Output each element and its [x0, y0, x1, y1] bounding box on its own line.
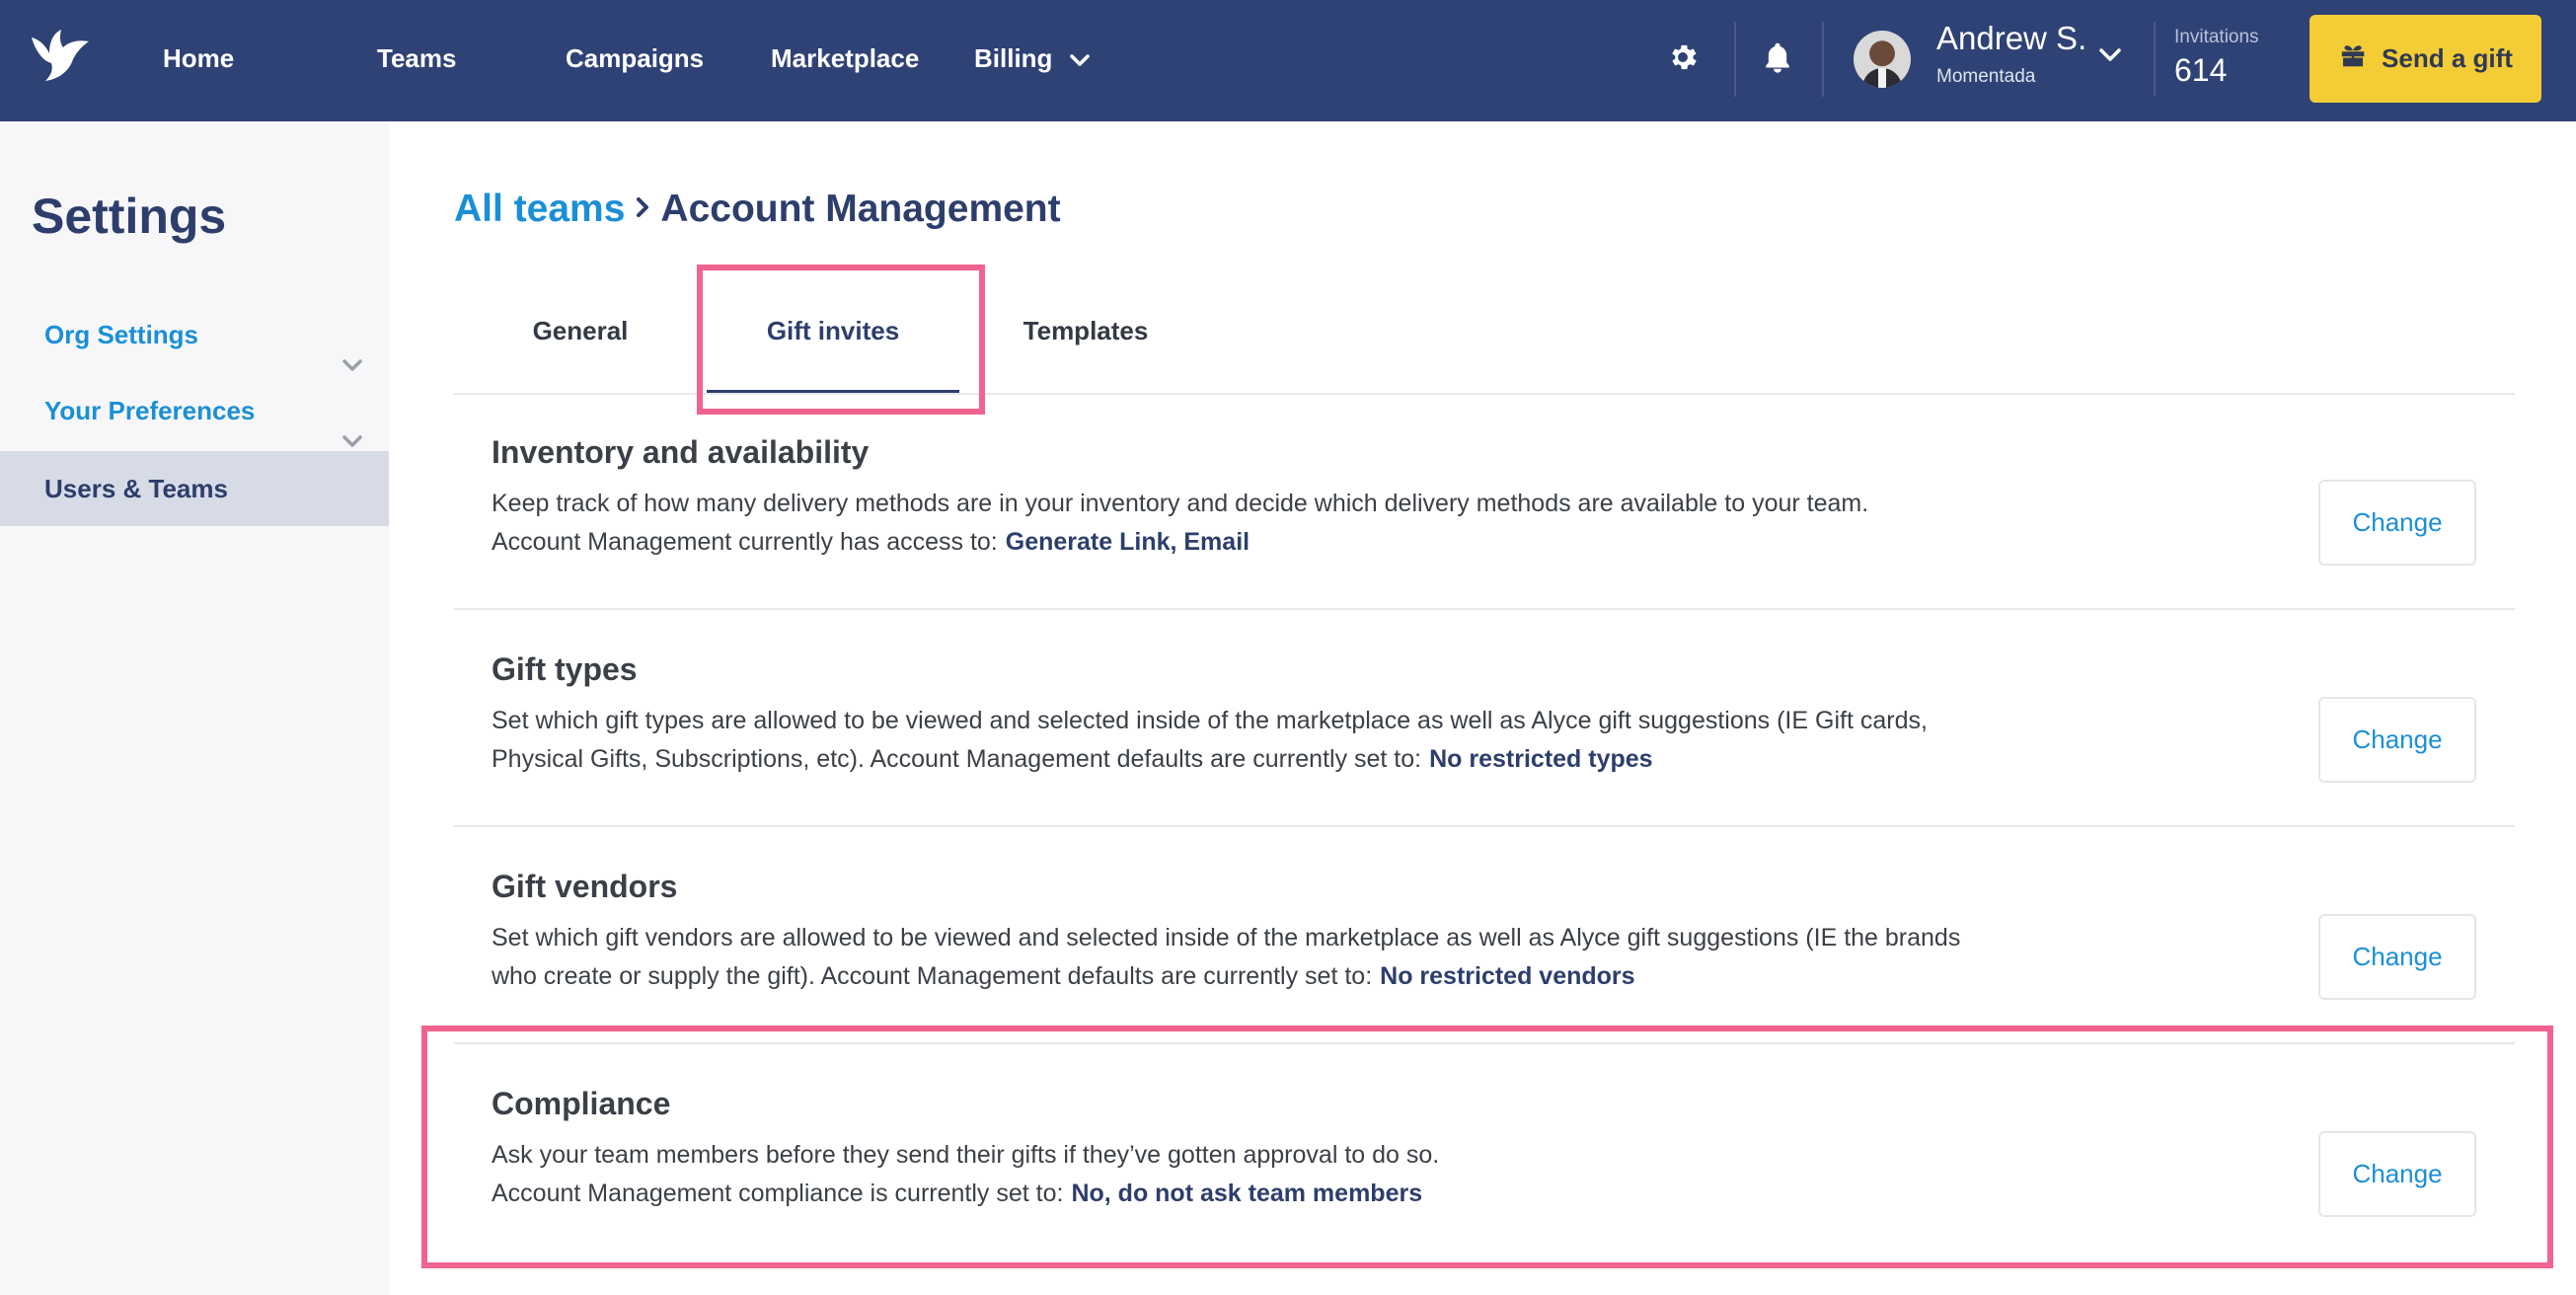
nav-divider: [2154, 22, 2156, 97]
bell-icon[interactable]: [1756, 36, 1799, 79]
section-status-value: Generate Link, Email: [1005, 528, 1250, 556]
user-organization: Momentada: [1936, 66, 2036, 87]
section-description-line: Set which gift vendors are allowed to be…: [492, 924, 1961, 990]
section-divider: [454, 825, 2515, 827]
nav-divider: [1734, 22, 1736, 97]
tab-label: Templates: [1023, 316, 1149, 345]
nav-divider: [1822, 22, 1824, 97]
settings-sidebar: Settings Org Settings Your Preferences U…: [0, 121, 389, 1295]
section-description-line: Set which gift types are allowed to be v…: [492, 707, 1928, 773]
top-navigation-bar: Home Teams Campaigns Marketplace Billing…: [0, 0, 2576, 121]
nav-billing[interactable]: Billing: [974, 0, 1090, 121]
nav-home-label: Home: [163, 43, 235, 73]
invitations-label: Invitations: [2174, 27, 2259, 47]
tab-label: General: [532, 316, 629, 345]
section-description: Set which gift types are allowed to be v…: [492, 702, 1972, 779]
nav-marketplace-label: Marketplace: [771, 43, 920, 73]
breadcrumb-all-teams-link[interactable]: All teams: [454, 188, 625, 230]
sidebar-item-your-preferences[interactable]: Your Preferences: [0, 373, 389, 448]
breadcrumb: All teams Account Management: [454, 188, 1061, 231]
nav-campaigns-label: Campaigns: [566, 43, 705, 73]
section-title: Gift types: [492, 651, 638, 687]
nav-campaigns[interactable]: Campaigns: [566, 0, 704, 121]
chevron-down-icon: [1069, 0, 1090, 117]
section-gift-vendors: Gift vendors Set which gift vendors are …: [454, 829, 2515, 1044]
nav-home[interactable]: Home: [163, 0, 234, 121]
tab-general[interactable]: General: [493, 296, 667, 393]
sidebar-item-label: Your Preferences: [44, 396, 256, 425]
tab-highlight-box: [697, 265, 985, 415]
gift-icon: [2338, 40, 2368, 77]
section-status-label: Account Management currently has access …: [492, 528, 998, 556]
invitations-count: 614: [2174, 52, 2228, 88]
section-description: Keep track of how many delivery methods …: [492, 485, 2031, 562]
nav-marketplace[interactable]: Marketplace: [771, 0, 919, 121]
section-inventory-availability: Inventory and availability Keep track of…: [454, 395, 2515, 610]
sidebar-item-org-settings[interactable]: Org Settings: [0, 297, 389, 372]
change-gift-vendors-button[interactable]: Change: [2318, 914, 2476, 1000]
chevron-down-icon[interactable]: [2098, 47, 2122, 68]
page-title: Account Management: [660, 188, 1061, 230]
sidebar-item-users-teams[interactable]: Users & Teams: [0, 451, 389, 526]
compliance-highlight-box: [421, 1026, 2553, 1268]
section-status-line: Account Management currently has access …: [492, 523, 2031, 562]
section-status-value: No restricted vendors: [1380, 962, 1635, 990]
section-title: Gift vendors: [492, 869, 678, 904]
nav-teams-label: Teams: [377, 43, 457, 73]
section-title: Inventory and availability: [492, 434, 870, 470]
gear-icon[interactable]: [1661, 36, 1705, 79]
section-status-value: No restricted types: [1429, 745, 1653, 773]
send-gift-button[interactable]: Send a gift: [2310, 15, 2541, 103]
change-gift-types-button[interactable]: Change: [2318, 697, 2476, 783]
section-gift-types: Gift types Set which gift types are allo…: [454, 612, 2515, 827]
nav-teams[interactable]: Teams: [377, 0, 456, 121]
section-description-line: Keep track of how many delivery methods …: [492, 490, 1869, 517]
section-divider: [454, 608, 2515, 610]
nav-billing-label: Billing: [974, 43, 1053, 73]
sidebar-item-label: Org Settings: [44, 320, 199, 349]
user-name: Andrew S.: [1936, 20, 2087, 56]
sidebar-item-label: Users & Teams: [44, 474, 228, 503]
bird-logo-icon[interactable]: [28, 28, 93, 83]
change-inventory-button[interactable]: Change: [2318, 480, 2476, 566]
send-gift-label: Send a gift: [2382, 43, 2513, 73]
avatar[interactable]: [1854, 31, 1911, 88]
section-description: Set which gift vendors are allowed to be…: [492, 919, 1972, 996]
chevron-right-icon: [635, 186, 650, 229]
tab-templates[interactable]: Templates: [997, 296, 1174, 393]
settings-title: Settings: [32, 189, 227, 244]
